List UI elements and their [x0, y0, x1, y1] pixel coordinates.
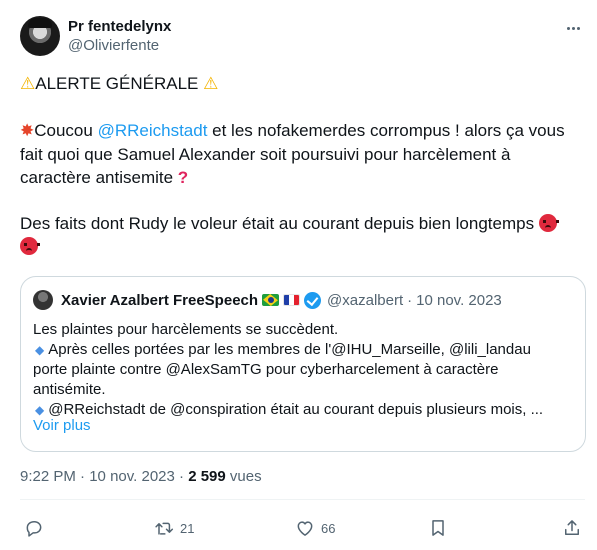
author-handle[interactable]: @Olivierfente	[68, 36, 171, 56]
p2-text-a: Coucou	[34, 121, 98, 140]
quoted-author-avatar[interactable]	[33, 290, 53, 310]
quoted-line: porte plainte contre @AlexSamTG pour cyb…	[33, 361, 499, 378]
quoted-tweet-header: Xavier Azalbert FreeSpeech @xazalbert · …	[33, 290, 502, 310]
alert-text: ALERTE GÉNÉRALE	[35, 74, 199, 93]
action-bar: 21 66	[20, 514, 585, 542]
tweet-date[interactable]: 10 nov. 2023	[89, 468, 175, 485]
heart-icon	[297, 521, 313, 536]
red-question-icon: ?	[177, 168, 189, 187]
p3-text: Des faits dont Rudy le voleur était au c…	[20, 214, 539, 233]
divider	[20, 499, 585, 500]
reply-icon	[26, 521, 42, 537]
bookmark-button[interactable]	[428, 514, 448, 542]
tweet-paragraph-3: Des faits dont Rudy le voleur était au c…	[20, 212, 585, 258]
retweet-count: 21	[180, 520, 195, 536]
warning-emoji-icon: ⚠	[20, 74, 36, 94]
share-icon	[565, 520, 579, 535]
angry-face-icon	[20, 237, 40, 255]
tweet-card: Pr fentedelynx @Olivierfente ⚠ALERTE GÉN…	[0, 0, 597, 550]
quoted-author-name[interactable]: Xavier Azalbert FreeSpeech	[61, 292, 258, 309]
meta-separator: ·	[174, 468, 189, 485]
bookmark-icon	[432, 520, 444, 536]
quoted-line: antisémite.	[33, 381, 106, 398]
tweet-metadata: 9:22 PM · 10 nov. 2023 · 2 599 vues	[20, 468, 262, 485]
reply-button[interactable]	[24, 514, 44, 542]
author-info[interactable]: Pr fentedelynx @Olivierfente	[68, 18, 171, 56]
tweet-time[interactable]: 9:22 PM	[20, 468, 76, 485]
alert-line: ⚠ALERTE GÉNÉRALE ⚠	[20, 72, 585, 96]
quoted-line: ◆ @RReichstadt de @conspiration était au …	[33, 400, 573, 420]
small-blue-diamond-icon: ◆	[35, 403, 45, 417]
small-blue-diamond-icon: ◆	[35, 343, 45, 357]
tweet-text: ⚠ALERTE GÉNÉRALE ⚠ ✸Coucou @RReichstadt …	[20, 72, 585, 258]
quoted-line: Les plaintes pour harcèlements se succèd…	[33, 321, 339, 338]
share-button[interactable]	[562, 514, 582, 542]
france-flag-icon	[283, 294, 301, 306]
quoted-tweet-date[interactable]: 10 nov. 2023	[416, 292, 502, 309]
warning-emoji-icon: ⚠	[203, 74, 219, 94]
meta-separator: ·	[75, 468, 90, 485]
retweet-button[interactable]: 21	[154, 514, 194, 542]
tweet-paragraph-2: ✸Coucou @RReichstadt et les nofakemerdes…	[20, 119, 585, 189]
angry-face-icon	[538, 214, 559, 232]
verified-badge-icon	[304, 291, 322, 309]
like-button[interactable]: 66	[295, 514, 335, 542]
mention-link[interactable]: @RReichstadt	[98, 121, 208, 140]
author-avatar[interactable]	[20, 16, 60, 56]
quoted-tweet-text: Les plaintes pour harcèlements se succèd…	[33, 320, 573, 420]
retweet-icon	[155, 522, 174, 535]
separator-dot: ·	[407, 291, 413, 309]
more-options-icon[interactable]	[561, 20, 585, 36]
brazil-flag-icon	[262, 294, 280, 306]
collision-emoji-icon: ✸	[20, 121, 35, 141]
quoted-tweet[interactable]: Xavier Azalbert FreeSpeech @xazalbert · …	[20, 276, 586, 452]
show-more-link[interactable]: Voir plus	[33, 417, 91, 434]
views-count: 2 599	[188, 468, 226, 485]
quoted-line-text: @RReichstadt de @conspiration était au c…	[48, 401, 544, 418]
author-display-name[interactable]: Pr fentedelynx	[68, 18, 171, 36]
views-label: vues	[225, 468, 262, 485]
quoted-line-text: Après celles portées par les membres de …	[48, 341, 531, 358]
quoted-line: ◆ Après celles portées par les membres de…	[33, 340, 573, 360]
quoted-author-handle[interactable]: @xazalbert	[327, 292, 403, 309]
like-count: 66	[321, 520, 336, 536]
